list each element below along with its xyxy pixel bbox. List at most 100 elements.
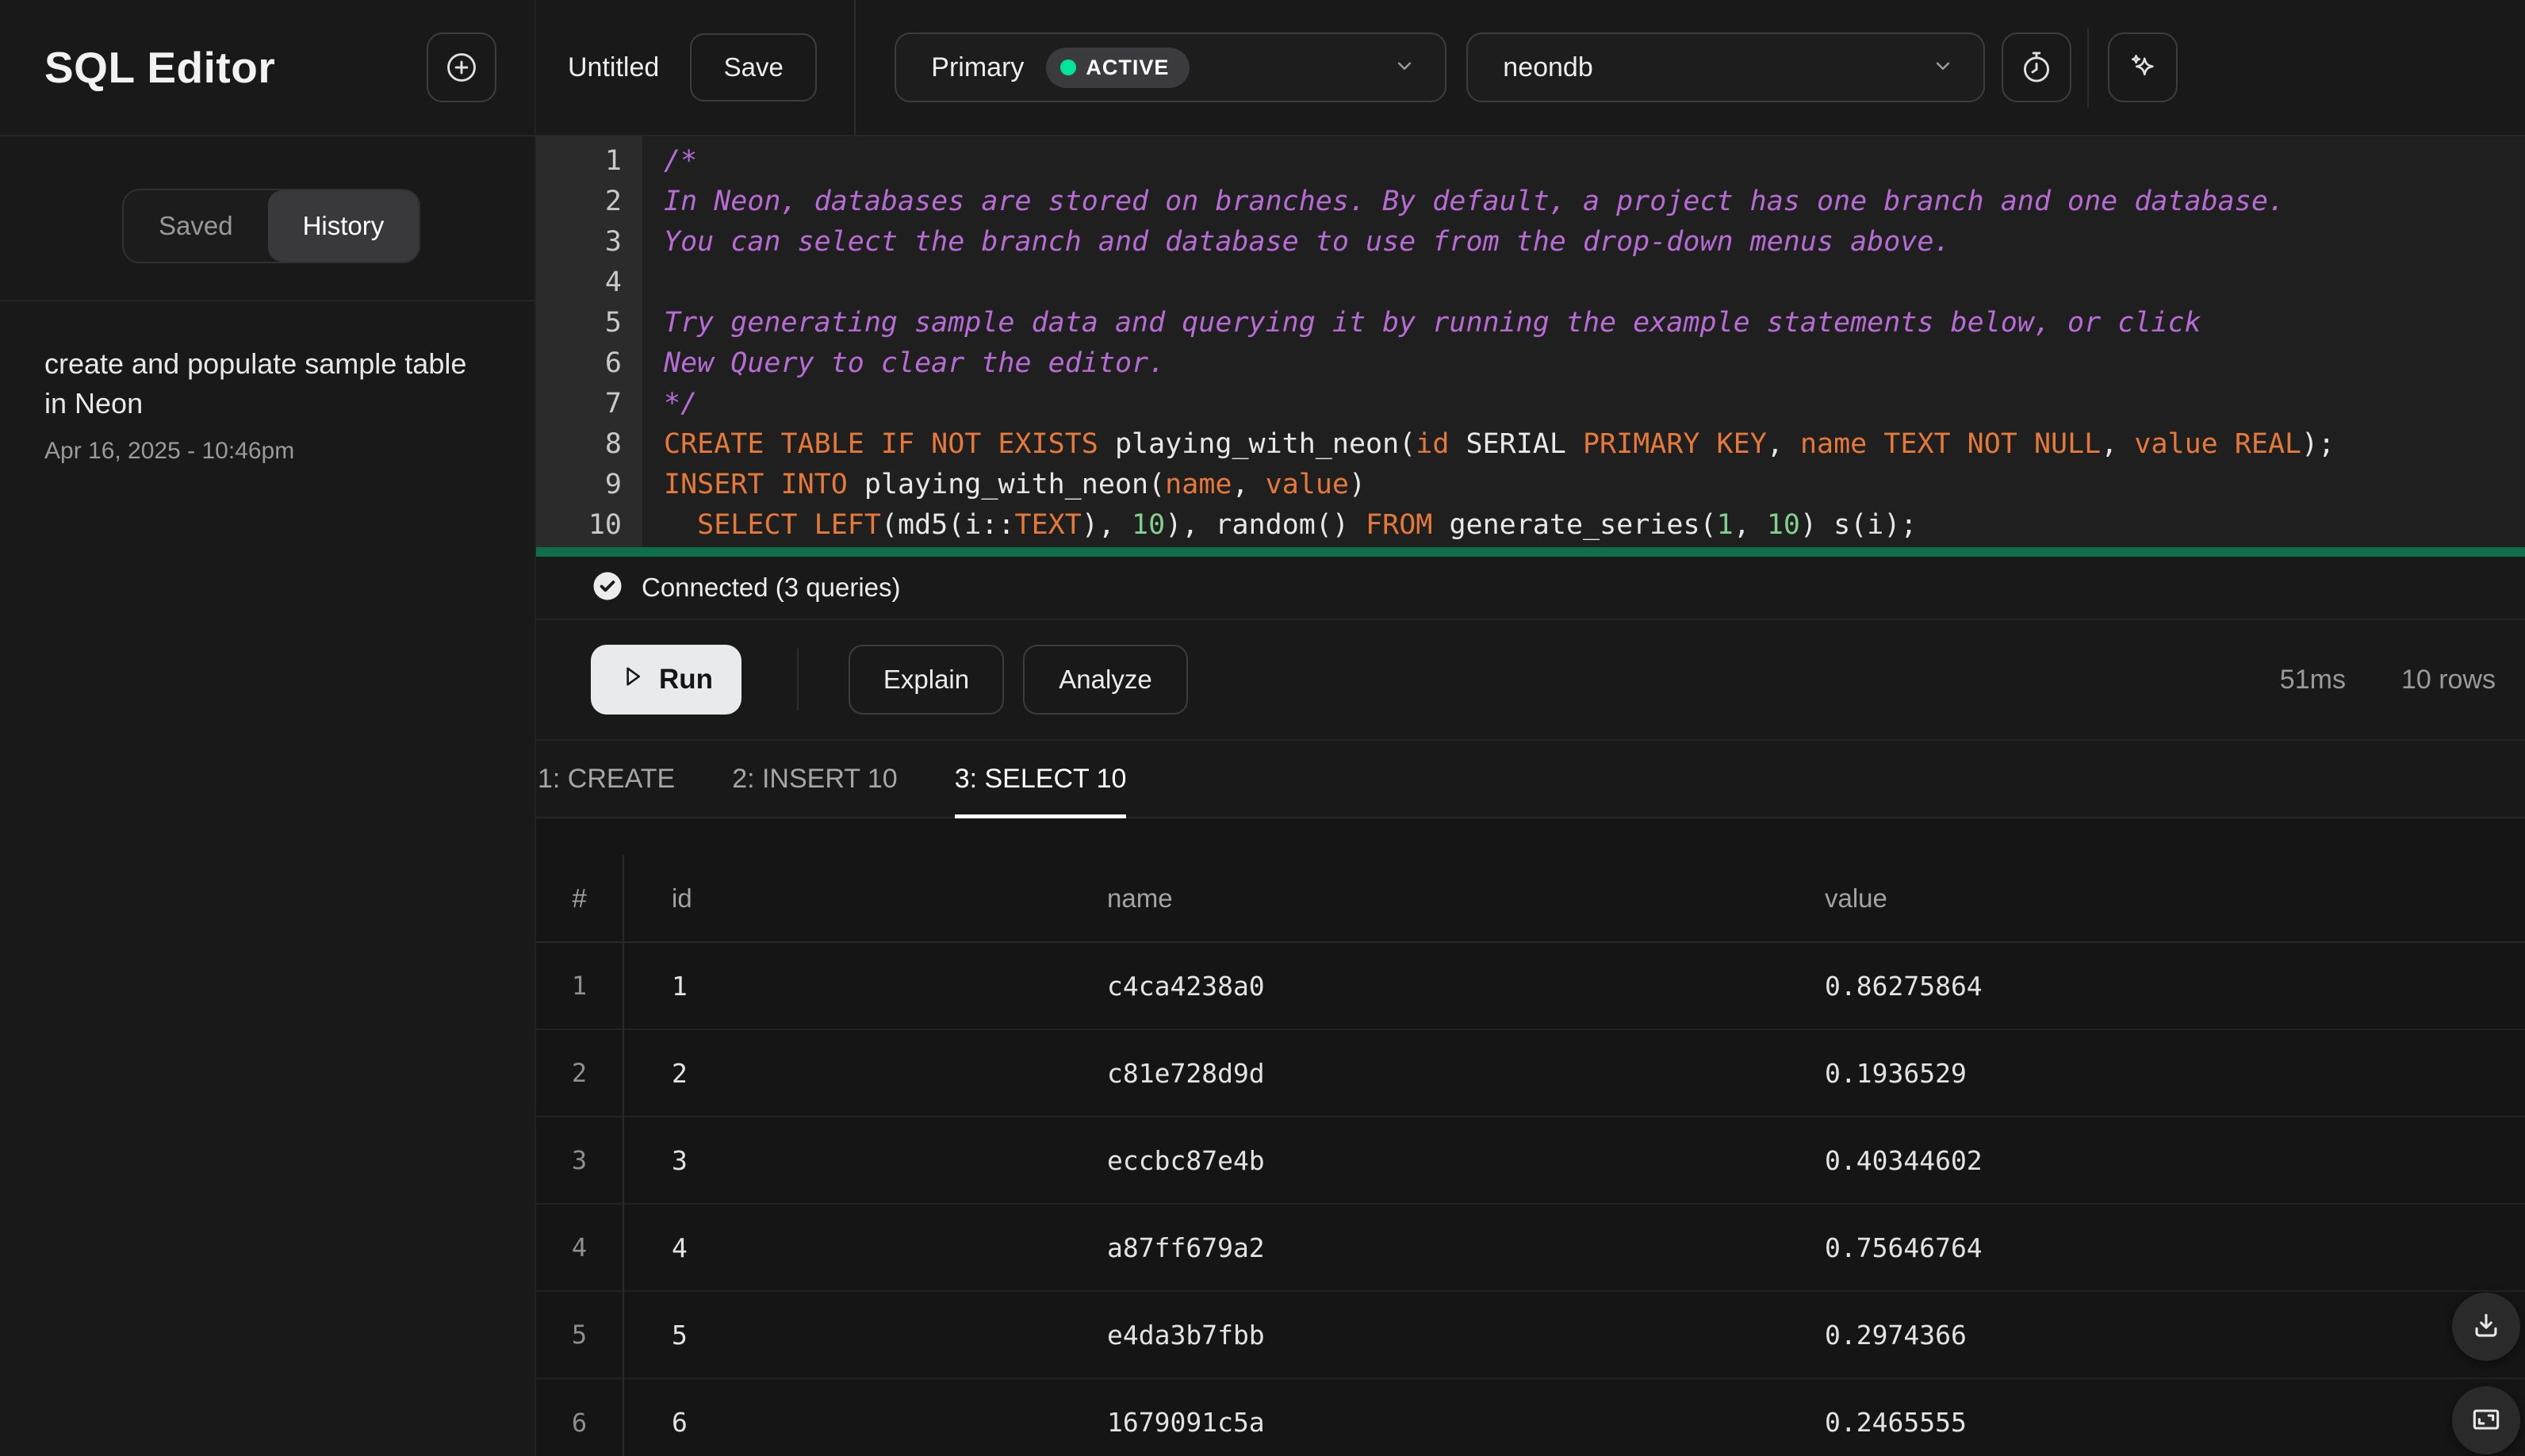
cell-id: 4: [623, 1203, 1059, 1291]
saved-history-switcher: Saved History: [122, 189, 421, 263]
cell-num: 5: [536, 1290, 624, 1378]
new-query-button[interactable]: [427, 33, 496, 102]
editor-resize-handle[interactable]: [536, 547, 2525, 557]
branch-select[interactable]: Primary ACTIVE: [895, 33, 1447, 102]
code-line: 3 You can select the branch and database …: [536, 222, 2525, 262]
table-row[interactable]: 4 4 a87ff679a2 0.75646764: [536, 1203, 2525, 1291]
editor-lines: 1 /* 2 In Neon, databases are stored on bra…: [536, 136, 2525, 546]
database-select[interactable]: neondb: [1466, 33, 1986, 102]
ai-assist-button[interactable]: [2108, 33, 2178, 102]
explain-button[interactable]: Explain: [849, 645, 1004, 715]
line-number: 6: [604, 347, 622, 379]
query-actions-bar: Run Explain Analyze 51ms 10 rows: [536, 620, 2525, 739]
sidebar-tab-section: Saved History: [0, 136, 535, 301]
line-number: 1: [604, 145, 622, 177]
actions-divider: [797, 649, 799, 711]
tab-saved[interactable]: Saved: [124, 190, 268, 262]
line-number: 2: [604, 186, 622, 217]
code-line: 6 New Query to clear the editor.: [536, 343, 2525, 384]
code-text: New Query to clear the editor.: [664, 347, 1166, 379]
cell-value: 0.2465555: [1777, 1377, 2525, 1456]
save-button[interactable]: Save: [690, 33, 818, 102]
line-number: 10: [588, 509, 622, 541]
line-number: 9: [604, 469, 622, 500]
chevron-down-icon: [1393, 54, 1416, 82]
main-panel: Untitled Save Primary ACTIVE neondb 1 /*…: [536, 0, 2525, 1456]
code-line: 2 In Neon, databases are stored on branch…: [536, 182, 2525, 222]
cell-value: 0.1936529: [1777, 1029, 2525, 1117]
code-text: SELECT LEFT(md5(i::TEXT), 10), random() …: [697, 509, 1918, 541]
line-number: 5: [604, 307, 622, 339]
cell-name: 1679091c5a: [1059, 1377, 1777, 1456]
database-name: neondb: [1503, 52, 1593, 82]
result-tab-1[interactable]: 1: CREATE: [538, 741, 675, 817]
column-header-id: id: [623, 855, 1059, 943]
topbar-divider: [854, 0, 856, 136]
column-header-name: name: [1059, 855, 1777, 943]
fullscreen-icon: [2469, 1402, 2504, 1439]
run-button-label: Run: [658, 664, 714, 695]
tab-history[interactable]: History: [267, 190, 420, 262]
cell-num: 6: [536, 1377, 624, 1456]
table-row[interactable]: 2 2 c81e728d9d 0.1936529: [536, 1029, 2525, 1117]
cell-value: 0.75646764: [1777, 1203, 2525, 1291]
code-line: 9 INSERT INTO playing_with_neon(name, val…: [536, 465, 2525, 505]
result-tab-3[interactable]: 3: SELECT 10: [954, 741, 1126, 818]
column-header-rownum: #: [536, 855, 624, 943]
table-row[interactable]: 6 6 1679091c5a 0.2465555: [536, 1377, 2525, 1456]
code-text: In Neon, databases are stored on branche…: [664, 186, 2285, 217]
cell-num: 2: [536, 1029, 624, 1117]
code-text: */: [664, 388, 698, 420]
line-number: 8: [604, 428, 622, 460]
cell-name: eccbc87e4b: [1059, 1116, 1777, 1204]
query-history-button[interactable]: [2002, 33, 2072, 102]
cell-name: c4ca4238a0: [1107, 970, 1265, 1002]
sidebar: SQL Editor Saved History create and popu…: [0, 0, 536, 1456]
cell-id: 2: [623, 1029, 1059, 1117]
query-name[interactable]: Untitled: [568, 52, 659, 83]
line-number: 7: [604, 388, 622, 420]
active-dot: [1060, 59, 1077, 75]
sidebar-header: SQL Editor: [0, 0, 535, 136]
cell-name: c81e728d9d: [1059, 1029, 1777, 1117]
play-icon: [619, 663, 646, 697]
analyze-button[interactable]: Analyze: [1023, 645, 1188, 715]
branch-name: Primary: [931, 52, 1025, 82]
cell-id: 1: [672, 970, 688, 1002]
query-metrics: 51ms 10 rows: [2280, 665, 2525, 695]
table-row[interactable]: 3 3 eccbc87e4b 0.40344602: [536, 1116, 2525, 1204]
download-results-button[interactable]: [2452, 1293, 2520, 1361]
branch-status-badge: ACTIVE: [1046, 47, 1190, 88]
editor-topbar: Untitled Save Primary ACTIVE neondb: [536, 0, 2525, 136]
connection-status-text: Connected (3 queries): [642, 573, 901, 602]
query-duration: 51ms: [2279, 664, 2346, 695]
table-row[interactable]: 5 5 e4da3b7fbb 0.2974366: [536, 1290, 2525, 1378]
code-text: CREATE TABLE IF NOT EXISTS playing_with_…: [664, 428, 2335, 460]
line-number: 3: [604, 226, 622, 258]
code-line: 10 SELECT LEFT(md5(i::TEXT), 10), random…: [536, 505, 2525, 546]
column-header-value: value: [1777, 855, 2525, 943]
connection-status-bar: Connected (3 queries): [536, 557, 2525, 620]
page-title: SQL Editor: [44, 43, 276, 92]
code-line: 4: [536, 262, 2525, 303]
code-text: You can select the branch and database t…: [664, 226, 1951, 258]
cell-id: 6: [623, 1377, 1059, 1456]
sparkles-icon: [2125, 49, 2161, 86]
stopwatch-icon: [2018, 49, 2055, 86]
history-item-title: create and populate sample table in Neon: [44, 347, 467, 420]
code-text: Try generating sample data and querying …: [664, 307, 2201, 339]
check-circle-icon: [591, 569, 624, 607]
history-item[interactable]: create and populate sample table in Neon…: [44, 344, 490, 465]
results-panel: # id name value 1 1 c4ca4238a0 0.86275864 2 2…: [536, 818, 2525, 1456]
result-tab-2[interactable]: 2: INSERT 10: [732, 741, 898, 817]
result-tabs: 1: CREATE 2: INSERT 10 3: SELECT 10: [536, 739, 2525, 818]
code-line: 5 Try generating sample data and querying…: [536, 303, 2525, 343]
table-header-row: # id name value: [536, 855, 2525, 943]
code-editor[interactable]: 1 /* 2 In Neon, databases are stored on bra…: [536, 136, 2525, 557]
code-line: 1 /*: [536, 141, 2525, 182]
expand-results-button[interactable]: [2452, 1386, 2520, 1454]
table-row[interactable]: 1 1 c4ca4238a0 0.86275864: [536, 942, 2525, 1029]
sql-editor-app: SQL Editor Saved History create and popu…: [0, 0, 2525, 1456]
run-button[interactable]: Run: [591, 645, 741, 715]
